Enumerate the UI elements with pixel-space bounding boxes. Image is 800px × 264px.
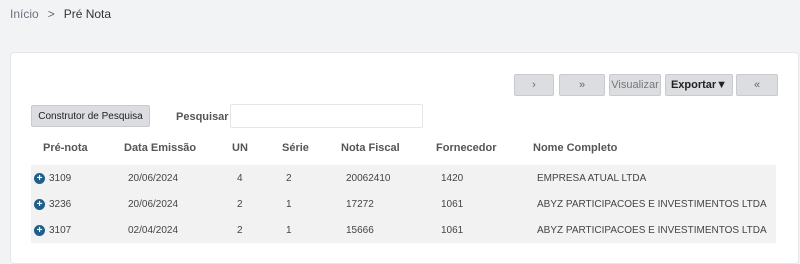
collapse-button[interactable]: « [736,74,778,96]
cell-un: 2 [237,225,243,236]
table-row[interactable]: + 3107 02/04/2024 2 1 15666 1061 ABYZ PA… [31,217,776,243]
col-serie[interactable]: Série [282,142,309,154]
cell-un: 4 [237,173,243,184]
visualize-button[interactable]: Visualizar [609,74,661,96]
table-row[interactable]: + 3236 20/06/2024 2 1 17272 1061 ABYZ PA… [31,191,776,217]
cell-nota-fiscal: 15666 [346,225,374,236]
next-page-button[interactable]: › [514,74,554,96]
cell-serie: 2 [286,173,292,184]
cell-data-emissao: 20/06/2024 [128,199,179,210]
col-nome-completo[interactable]: Nome Completo [533,142,617,154]
breadcrumb-home-link[interactable]: Início [10,7,39,21]
col-un[interactable]: UN [232,142,248,154]
col-pre-nota[interactable]: Pré-nota [43,142,88,154]
plus-circle-icon[interactable]: + [34,173,45,184]
plus-circle-icon[interactable]: + [34,199,45,210]
cell-nome-completo: EMPRESA ATUAL LTDA [537,173,647,184]
col-nota-fiscal[interactable]: Nota Fiscal [341,142,400,154]
cell-pre-nota: 3107 [49,225,72,236]
export-dropdown-button[interactable]: Exportar▼ [665,74,733,96]
breadcrumb-separator: > [47,7,55,21]
cell-fornecedor: 1061 [441,199,464,210]
cell-fornecedor: 1420 [441,173,464,184]
last-page-button[interactable]: » [559,74,605,96]
cell-pre-nota: 3236 [49,199,72,210]
cell-serie: 1 [286,199,292,210]
cell-data-emissao: 02/04/2024 [128,225,179,236]
cell-fornecedor: 1061 [441,225,464,236]
search-builder-button[interactable]: Construtor de Pesquisa [31,105,150,127]
cell-un: 2 [237,199,243,210]
breadcrumb-current: Pré Nota [63,7,112,21]
search-label: Pesquisar [176,111,229,123]
cell-nome-completo: ABYZ PARTICIPACOES E INVESTIMENTOS LTDA [537,199,767,210]
cell-serie: 1 [286,225,292,236]
plus-circle-icon[interactable]: + [34,225,45,236]
results-panel: › » Visualizar Exportar▼ « Construtor de… [10,52,799,264]
table-header: Pré-nota Data Emissão UN Série Nota Fisc… [11,142,798,158]
cell-nome-completo: ABYZ PARTICIPACOES E INVESTIMENTOS LTDA [537,225,767,236]
cell-pre-nota: 3109 [49,173,72,184]
cell-data-emissao: 20/06/2024 [128,173,179,184]
search-input[interactable] [230,104,423,128]
cell-nota-fiscal: 20062410 [346,173,391,184]
breadcrumb: Início > Pré Nota [10,6,111,22]
table-row[interactable]: + 3109 20/06/2024 4 2 20062410 1420 EMPR… [31,165,776,191]
col-data-emissao[interactable]: Data Emissão [124,142,196,154]
col-fornecedor[interactable]: Fornecedor [436,142,497,154]
cell-nota-fiscal: 17272 [346,199,374,210]
